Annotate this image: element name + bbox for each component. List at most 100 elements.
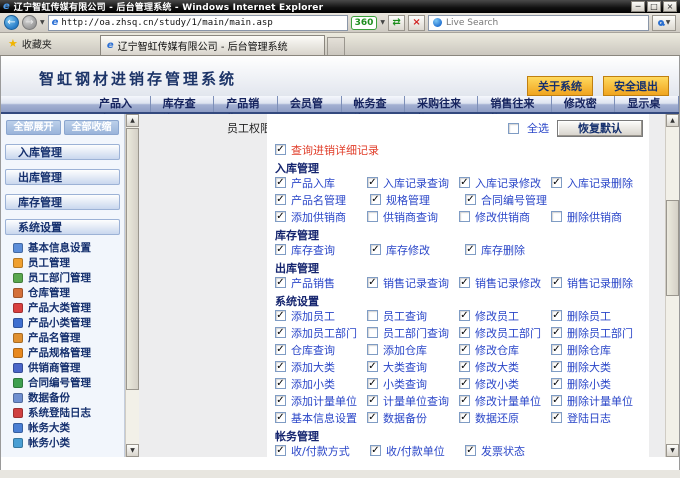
- sidebar-scrollbar[interactable]: ▲ ▼: [125, 114, 139, 457]
- checkbox[interactable]: ✓: [551, 395, 562, 406]
- scroll-down-icon[interactable]: ▼: [126, 444, 139, 457]
- checkbox[interactable]: ✓: [551, 277, 562, 288]
- permission-item[interactable]: ✓销售记录修改: [459, 275, 551, 291]
- checkbox[interactable]: ✓: [275, 211, 286, 222]
- permission-item[interactable]: ✓删除员工部门: [551, 325, 643, 341]
- permission-item[interactable]: 删除供销商: [551, 209, 643, 225]
- scroll-down-icon[interactable]: ▼: [666, 444, 679, 457]
- checkbox[interactable]: [367, 344, 378, 355]
- checkbox[interactable]: ✓: [551, 177, 562, 188]
- checkbox[interactable]: ✓: [367, 378, 378, 389]
- permission-item[interactable]: ✓发票状态: [465, 443, 560, 458]
- permission-item[interactable]: ✓产品入库: [275, 175, 367, 191]
- nav-item[interactable]: 显示桌面: [615, 96, 679, 112]
- permission-item[interactable]: ✓仓库查询: [275, 342, 367, 358]
- checkbox[interactable]: ✓: [459, 177, 470, 188]
- badge-360[interactable]: 360: [351, 16, 378, 30]
- permission-item[interactable]: ✓收/付款方式: [275, 443, 370, 458]
- permission-item[interactable]: ✓修改员工: [459, 308, 551, 324]
- permission-item[interactable]: ✓库存删除: [465, 242, 560, 258]
- nav-item[interactable]: 产品销售: [214, 96, 278, 112]
- permission-item[interactable]: ✓合同编号管理: [465, 192, 560, 208]
- checkbox[interactable]: ✓: [275, 310, 286, 321]
- nav-item[interactable]: 会员管理: [278, 96, 342, 112]
- checkbox[interactable]: ✓: [465, 194, 476, 205]
- select-all-checkbox[interactable]: [508, 123, 519, 134]
- sidebar-item[interactable]: 产品规格管理: [1, 345, 124, 360]
- sidebar-item[interactable]: 基本信息设置: [1, 240, 124, 255]
- special-permission[interactable]: ✓ 查询进销详细记录: [275, 141, 643, 158]
- checkbox[interactable]: [459, 211, 470, 222]
- checkbox[interactable]: ✓: [459, 395, 470, 406]
- sidebar-item[interactable]: 数据备份: [1, 390, 124, 405]
- checkbox[interactable]: [367, 211, 378, 222]
- checkbox[interactable]: ✓: [370, 445, 381, 456]
- sidebar-item[interactable]: 产品大类管理: [1, 300, 124, 315]
- close-button[interactable]: ×: [663, 1, 677, 12]
- sidebar-item[interactable]: 帐务小类: [1, 435, 124, 450]
- stop-button[interactable]: ×: [408, 15, 425, 31]
- sidebar-scroll-thumb[interactable]: [126, 128, 139, 390]
- permission-item[interactable]: ✓删除仓库: [551, 342, 643, 358]
- checkbox[interactable]: ✓: [465, 244, 476, 255]
- about-system-button[interactable]: 关于系统: [527, 76, 593, 96]
- permission-item[interactable]: ✓删除小类: [551, 376, 643, 392]
- expand-all-button[interactable]: 全部展开: [6, 120, 61, 135]
- safe-logout-button[interactable]: 安全退出: [603, 76, 669, 96]
- permission-item[interactable]: ✓修改大类: [459, 359, 551, 375]
- permission-item[interactable]: ✓删除计量单位: [551, 393, 643, 409]
- main-scrollbar[interactable]: ▲ ▼: [665, 114, 679, 457]
- checkbox[interactable]: ✓: [275, 327, 286, 338]
- checkbox[interactable]: ✓: [459, 378, 470, 389]
- checkbox[interactable]: ✓: [370, 194, 381, 205]
- address-input[interactable]: e http://oa.zhsq.cn/study/1/main/main.as…: [48, 15, 348, 31]
- permission-item[interactable]: ✓删除大类: [551, 359, 643, 375]
- permission-item[interactable]: ✓添加供销商: [275, 209, 367, 225]
- permission-item[interactable]: ✓库存查询: [275, 242, 370, 258]
- checkbox[interactable]: ✓: [275, 277, 286, 288]
- active-tab[interactable]: e 辽宁智虹传媒有限公司 - 后台管理系统: [100, 35, 325, 55]
- permission-item[interactable]: ✓添加员工部门: [275, 325, 367, 341]
- checkbox[interactable]: ✓: [459, 412, 470, 423]
- checkbox[interactable]: [551, 211, 562, 222]
- checkbox[interactable]: ✓: [459, 277, 470, 288]
- checkbox[interactable]: ✓: [551, 327, 562, 338]
- permission-item[interactable]: ✓规格管理: [370, 192, 465, 208]
- history-dropdown-icon[interactable]: ▼: [40, 19, 45, 26]
- sidebar-item[interactable]: 合同编号管理: [1, 375, 124, 390]
- checkbox[interactable]: ✓: [465, 445, 476, 456]
- sidebar-item[interactable]: 员工管理: [1, 255, 124, 270]
- checkbox[interactable]: ✓: [275, 412, 286, 423]
- scroll-up-icon[interactable]: ▲: [126, 114, 139, 127]
- checkbox[interactable]: ✓: [551, 344, 562, 355]
- sidebar-item[interactable]: 员工部门管理: [1, 270, 124, 285]
- nav-item[interactable]: 修改密码: [552, 96, 616, 112]
- permission-item[interactable]: 修改供销商: [459, 209, 551, 225]
- new-tab-stub[interactable]: [327, 37, 345, 55]
- nav-item[interactable]: 销售往来帐: [478, 96, 551, 112]
- badge-360-dropdown-icon[interactable]: ▼: [380, 19, 385, 26]
- permission-item[interactable]: ✓小类查询: [367, 376, 459, 392]
- checkbox[interactable]: ✓: [275, 194, 286, 205]
- minimize-button[interactable]: ─: [631, 1, 645, 12]
- permission-item[interactable]: ✓产品名管理: [275, 192, 370, 208]
- refresh-button[interactable]: ⇄: [388, 15, 405, 31]
- checkbox[interactable]: [367, 310, 378, 321]
- permission-item[interactable]: ✓删除员工: [551, 308, 643, 324]
- restore-button[interactable]: □: [647, 1, 661, 12]
- checkbox[interactable]: ✓: [367, 395, 378, 406]
- checkbox[interactable]: ✓: [367, 361, 378, 372]
- nav-item[interactable]: 帐务查询: [342, 96, 406, 112]
- sidebar-item[interactable]: 仓库管理: [1, 285, 124, 300]
- permission-item[interactable]: ✓添加员工: [275, 308, 367, 324]
- permission-item[interactable]: ✓修改计量单位: [459, 393, 551, 409]
- permission-item[interactable]: ✓入库记录查询: [367, 175, 459, 191]
- checkbox[interactable]: ✓: [459, 310, 470, 321]
- permission-item[interactable]: ✓修改小类: [459, 376, 551, 392]
- permission-item[interactable]: ✓入库记录删除: [551, 175, 643, 191]
- forward-button[interactable]: →: [22, 15, 37, 30]
- back-button[interactable]: ←: [4, 15, 19, 30]
- sidebar-item[interactable]: 产品名管理: [1, 330, 124, 345]
- permission-item[interactable]: ✓添加计量单位: [275, 393, 367, 409]
- permission-item[interactable]: ✓添加小类: [275, 376, 367, 392]
